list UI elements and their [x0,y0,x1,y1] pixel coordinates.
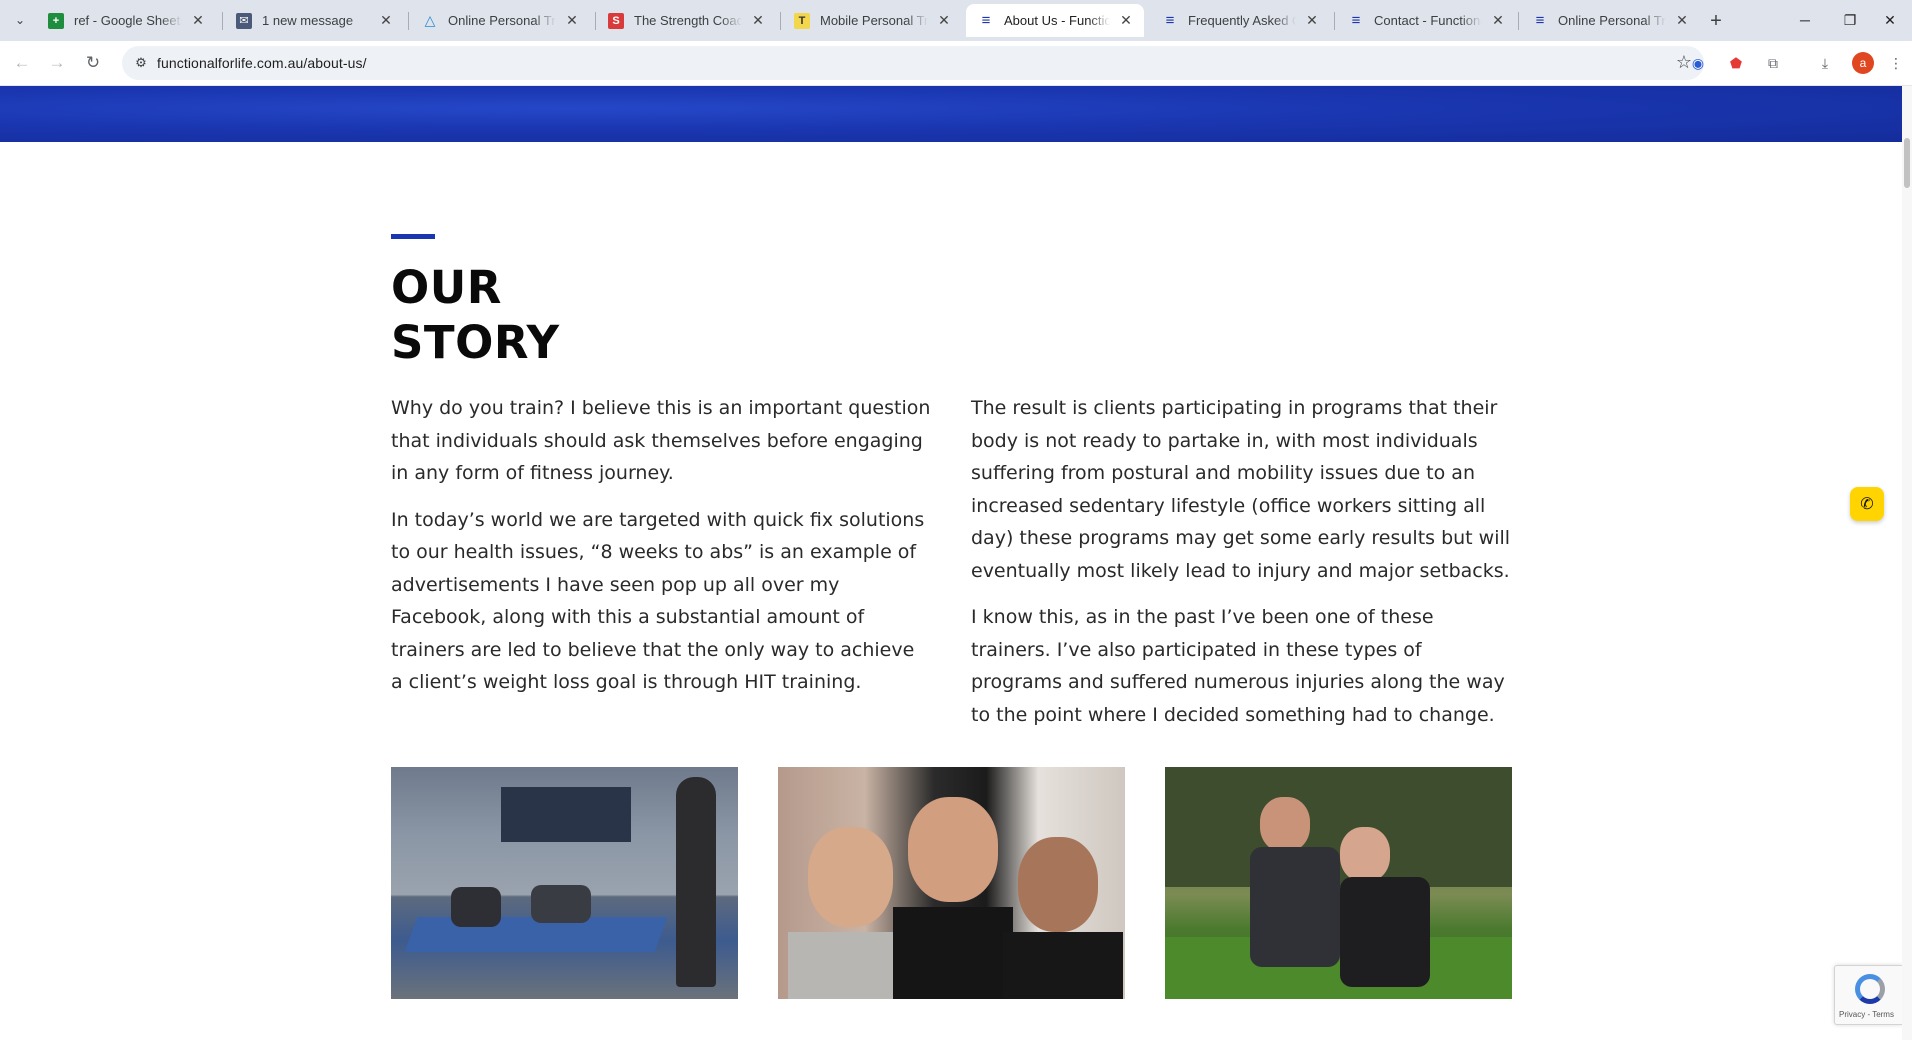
tab-title: ref - Google Sheets [74,13,182,28]
scrollbar-thumb[interactable] [1904,138,1910,188]
tab-title: 1 new message [262,13,354,28]
extension-globe-icon[interactable]: ◉ [1688,53,1708,73]
extensions-puzzle-icon[interactable]: ⧉ [1763,53,1783,73]
mail-icon: ✉ [236,12,252,29]
browser-toolbar: ← → ↻ ⚙ functionalforlife.com.au/about-u… [0,41,1912,86]
tab-title: About Us - Functiona [1004,13,1110,28]
tab-faq[interactable]: ≡ Frequently Asked Qu ✕ [1150,4,1330,37]
address-bar[interactable]: ⚙ functionalforlife.com.au/about-us/ ☆ [122,46,1704,80]
story-paragraph: In today’s world we are targeted with qu… [391,508,925,694]
forward-arrow-icon[interactable]: → [43,49,71,77]
story-left-column: Why do you train? I believe this is an i… [391,392,931,713]
extension-shield-icon[interactable]: ⬟ [1726,53,1746,73]
minimize-icon[interactable]: ─ [1785,6,1825,34]
tab-title: The Strength Coach | [634,13,742,28]
story-right-column: The result is clients participating in p… [971,392,1516,745]
functional-life-icon: ≡ [981,12,991,29]
tab-google-sheets[interactable]: + ref - Google Sheets ✕ [36,4,216,37]
tab-search-chevron-icon[interactable]: ⌄ [8,8,32,32]
close-icon[interactable]: ✕ [1490,12,1506,29]
tab-title: Online Personal Train [448,13,556,28]
mobile-trainer-icon: T [794,12,810,29]
close-icon[interactable]: ✕ [750,12,766,29]
tab-contact[interactable]: ≡ Contact - Functional ✕ [1336,4,1516,37]
close-icon[interactable]: ✕ [936,12,952,29]
page-viewport: OUR STORY Why do you train? I believe th… [0,86,1912,1040]
tab-online-personal-training-2[interactable]: ≡ Online Personal Train ✕ [1520,4,1700,37]
tab-online-personal-training[interactable]: △ Online Personal Train ✕ [410,4,590,37]
tab-about-us[interactable]: ≡ About Us - Functiona ✕ [966,4,1144,37]
tab-new-message[interactable]: ✉ 1 new message ✕ [224,4,404,37]
url-text[interactable]: functionalforlife.com.au/about-us/ [157,55,367,71]
functional-life-icon: ≡ [1351,12,1361,29]
kebab-menu-icon[interactable]: ⋮ [1886,53,1906,73]
close-icon[interactable]: ✕ [1304,12,1320,29]
site-info-icon[interactable]: ⚙ [132,54,150,72]
trainers-group-photo [778,767,1125,999]
page-scrollbar[interactable] [1902,86,1912,1040]
new-tab-plus-icon[interactable]: + [1704,9,1728,33]
page-title-line2: STORY [391,316,560,369]
window-close-icon[interactable]: ✕ [1870,6,1910,34]
hero-banner [0,86,1902,142]
outdoor-training-photo [1165,767,1512,999]
phone-call-button[interactable]: ✆ [1850,487,1884,521]
triangle-logo-icon: △ [424,12,436,28]
page-title-line1: OUR [391,261,502,314]
recaptcha-terms[interactable]: Privacy - Terms [1839,1010,1894,1019]
recaptcha-icon [1855,974,1885,1004]
functional-life-icon: ≡ [1165,12,1175,29]
tab-title: Frequently Asked Qu [1188,13,1296,28]
story-paragraph: I know this, as in the past I’ve been on… [971,606,1505,726]
page-title: OUR STORY [391,260,691,370]
download-icon[interactable]: ⤓ [1815,53,1835,73]
heading-accent-bar [391,234,435,239]
restore-icon[interactable]: ❐ [1830,6,1870,34]
recaptcha-badge[interactable]: Privacy - Terms [1834,965,1902,1025]
tab-title: Online Personal Train [1558,13,1666,28]
group-training-photo [391,767,738,999]
story-paragraph: The result is clients participating in p… [971,397,1511,582]
close-icon[interactable]: ✕ [190,12,206,29]
functional-life-icon: ≡ [1535,12,1545,29]
tab-strength-coach[interactable]: S The Strength Coach | ✕ [596,4,776,37]
tab-title: Contact - Functional [1374,13,1482,28]
reload-icon[interactable]: ↻ [79,49,107,77]
phone-icon: ✆ [1860,496,1874,513]
strength-coach-icon: S [608,12,624,29]
tab-title: Mobile Personal Train [820,13,928,28]
back-arrow-icon[interactable]: ← [8,49,36,77]
tab-mobile-personal-training[interactable]: T Mobile Personal Train ✕ [782,4,962,37]
profile-avatar[interactable]: a [1852,52,1874,74]
browser-tab-strip: ⌄ + ref - Google Sheets ✕ ✉ 1 new messag… [0,0,1912,41]
close-icon[interactable]: ✕ [1118,12,1134,29]
close-icon[interactable]: ✕ [378,12,394,29]
story-paragraph: Why do you train? I believe this is an i… [391,397,931,484]
close-icon[interactable]: ✕ [564,12,580,29]
sheets-icon: + [48,12,64,29]
close-icon[interactable]: ✕ [1674,12,1690,29]
